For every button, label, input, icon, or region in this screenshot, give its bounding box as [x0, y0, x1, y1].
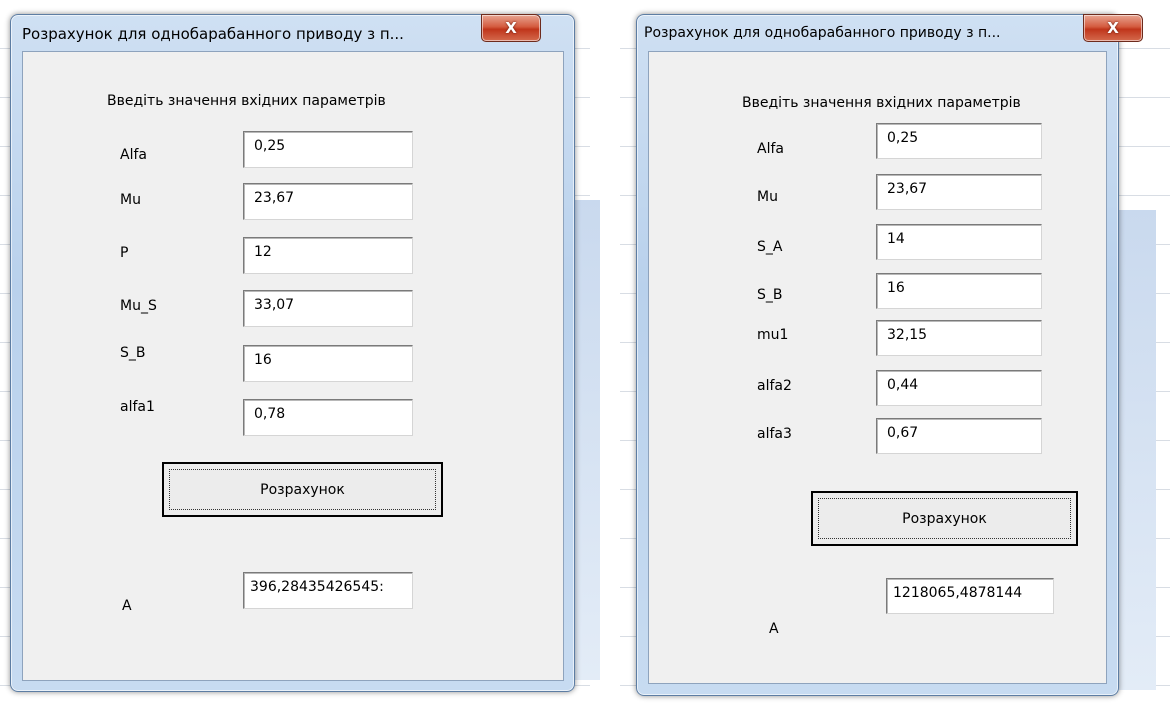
background-fragment	[572, 200, 600, 680]
param-label-p: P	[120, 245, 129, 261]
param-input-mu-s[interactable]: 33,07	[243, 290, 413, 327]
close-icon: X	[1107, 19, 1119, 37]
instructions-heading: Введіть значення вхідних параметрів	[742, 95, 1021, 111]
param-label-alfa2: alfa2	[757, 378, 792, 394]
dialog-window-right: Розрахунок для однобарабанного приводу з…	[636, 14, 1143, 696]
param-label-mu-s: Mu_S	[120, 298, 157, 314]
calculate-button[interactable]: Розрахунок	[811, 491, 1078, 546]
calculate-button-label: Розрахунок	[260, 481, 345, 498]
result-label: A	[122, 598, 132, 614]
param-label-alfa1: alfa1	[120, 399, 155, 415]
window-title: Розрахунок для однобарабанного приводу з…	[644, 25, 1001, 41]
param-input-mu[interactable]: 23,67	[876, 174, 1042, 210]
param-input-alfa1[interactable]: 0,78	[243, 399, 413, 436]
close-button[interactable]: X	[1083, 14, 1143, 42]
param-label-alfa: Alfa	[120, 147, 147, 163]
param-label-mu1: mu1	[757, 327, 789, 343]
background-fragment	[1116, 210, 1156, 690]
param-input-mu[interactable]: 23,67	[243, 183, 413, 220]
param-label-s-b: S_B	[120, 345, 146, 361]
calculate-button[interactable]: Розрахунок	[162, 462, 443, 517]
param-label-alfa3: alfa3	[757, 426, 792, 442]
param-input-s-a[interactable]: 14	[876, 224, 1042, 260]
dialog-client-area: Введіть значення вхідних параметрів Alfa…	[22, 51, 564, 681]
param-input-p[interactable]: 12	[243, 237, 413, 274]
param-input-s-b[interactable]: 16	[876, 273, 1042, 309]
dialog-client-area: Введіть значення вхідних параметрів Alfa…	[648, 51, 1107, 684]
result-output[interactable]: 396,28435426545:	[243, 572, 413, 609]
result-output[interactable]: 1218065,4878144	[886, 578, 1054, 614]
param-label-mu: Mu	[757, 189, 778, 205]
instructions-heading: Введіть значення вхідних параметрів	[107, 93, 386, 109]
param-label-alfa: Alfa	[757, 141, 784, 157]
param-label-s-b: S_B	[757, 287, 783, 303]
window-title: Розрахунок для однобарабанного приводу з…	[22, 25, 404, 43]
param-input-alfa3[interactable]: 0,67	[876, 418, 1042, 454]
param-label-mu: Mu	[120, 192, 141, 208]
dialog-window-left: Розрахунок для однобарабанного приводу з…	[10, 14, 575, 692]
param-input-mu1[interactable]: 32,15	[876, 320, 1042, 356]
close-button[interactable]: X	[481, 14, 541, 42]
result-label: A	[769, 621, 779, 637]
param-input-alfa[interactable]: 0,25	[876, 123, 1042, 159]
param-input-alfa2[interactable]: 0,44	[876, 370, 1042, 406]
close-icon: X	[505, 19, 517, 37]
param-input-alfa[interactable]: 0,25	[243, 131, 413, 168]
param-label-s-a: S_A	[757, 239, 783, 255]
param-input-s-b[interactable]: 16	[243, 345, 413, 382]
calculate-button-label: Розрахунок	[902, 510, 987, 527]
